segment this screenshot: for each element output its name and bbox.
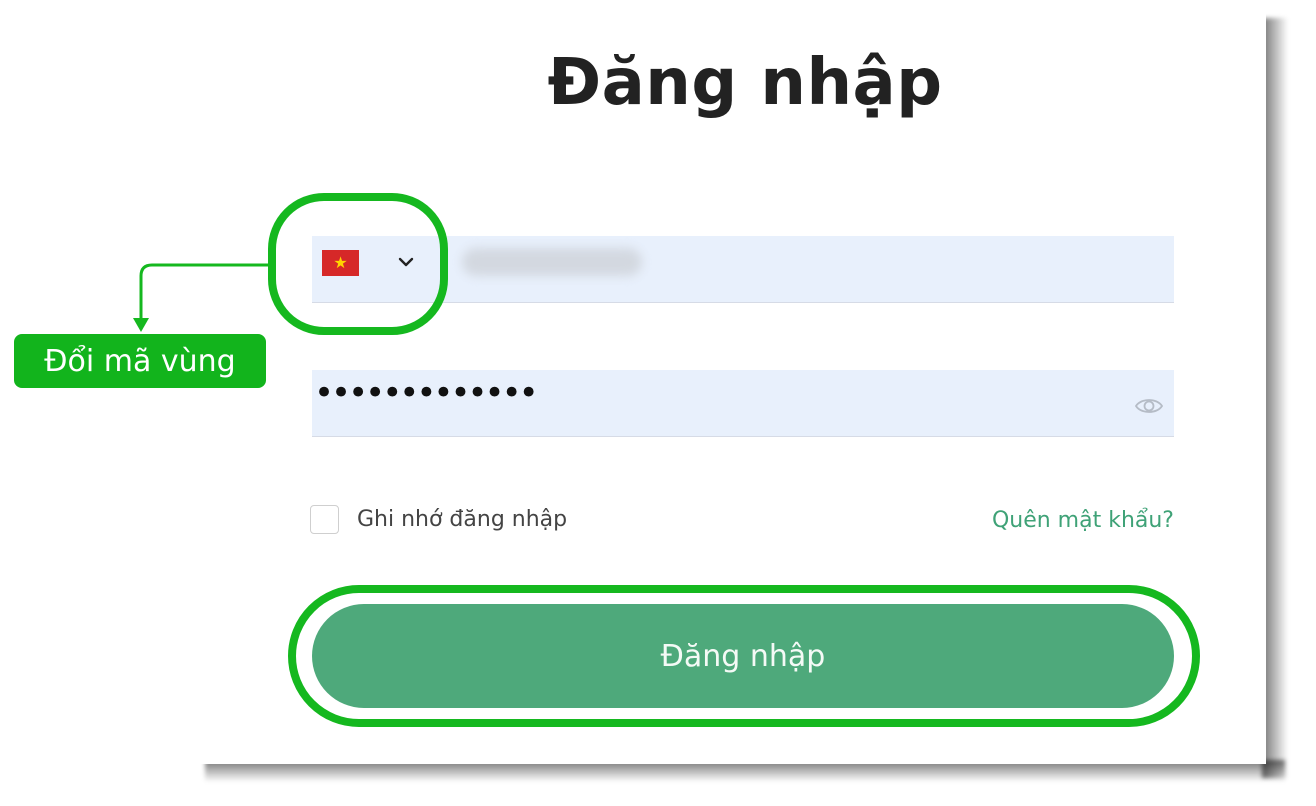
password-field[interactable]: ••••••••••••• (312, 370, 1174, 437)
remember-login[interactable]: Ghi nhớ đăng nhập (310, 505, 567, 534)
phone-field[interactable]: ★ (312, 236, 1174, 304)
phone-input[interactable] (462, 236, 1166, 304)
tutorial-screenshot: Đăng nhập ★ ••••••••••••• Ghi nhớ đăng n… (0, 0, 1316, 806)
eye-icon[interactable] (1134, 395, 1164, 417)
chevron-down-icon[interactable] (394, 250, 418, 274)
page-title: Đăng nhập (547, 46, 943, 120)
password-input[interactable]: ••••••••••••• (314, 376, 539, 410)
remember-checkbox[interactable] (310, 505, 339, 534)
forgot-password-link[interactable]: Quên mật khẩu? (992, 508, 1174, 533)
vietnam-flag-icon[interactable]: ★ (322, 250, 359, 276)
login-button[interactable]: Đăng nhập (312, 604, 1174, 708)
remember-label: Ghi nhớ đăng nhập (357, 507, 568, 532)
flag-star: ★ (333, 253, 348, 272)
country-code-callout: Đổi mã vùng (14, 334, 266, 388)
